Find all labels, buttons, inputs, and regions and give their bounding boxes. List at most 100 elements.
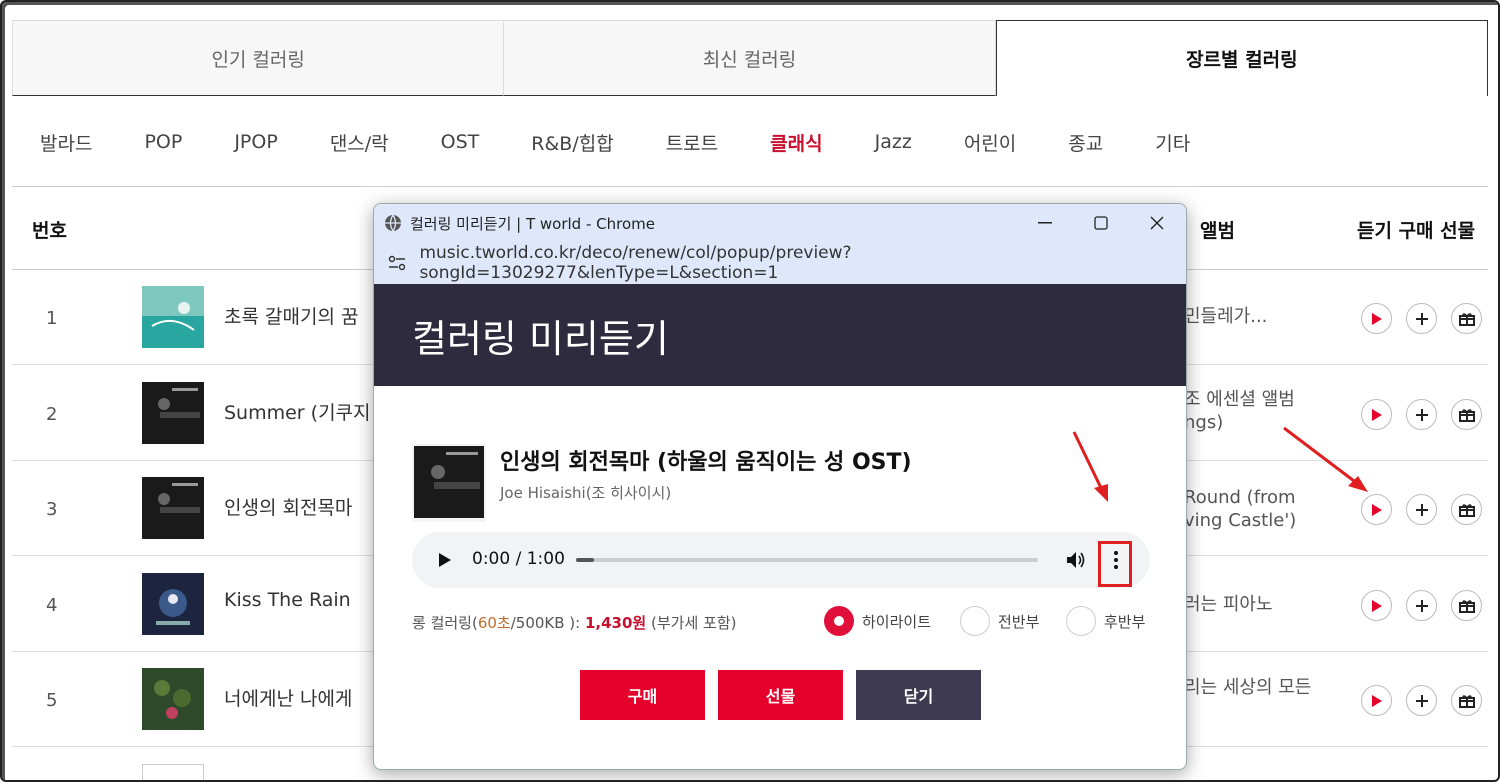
genre-etc[interactable]: 기타 bbox=[1155, 129, 1190, 156]
album-cover[interactable] bbox=[142, 382, 204, 444]
minimize-button[interactable] bbox=[1016, 204, 1074, 242]
genre-kids[interactable]: 어린이 bbox=[964, 129, 1016, 156]
app-frame: 인기 컬러링 최신 컬러링 장르별 컬러링 발라드 POP JPOP 댄스/락 … bbox=[0, 0, 1500, 782]
duration-text: 60초 bbox=[477, 614, 511, 632]
song-title[interactable]: 너에게난 나에게 bbox=[224, 684, 352, 711]
play-icon bbox=[1371, 694, 1382, 707]
maximize-icon bbox=[1094, 216, 1108, 230]
album-cover[interactable] bbox=[142, 668, 204, 730]
popup-header: 컬러링 미리듣기 bbox=[374, 284, 1186, 386]
play-button[interactable] bbox=[1361, 685, 1392, 716]
chart-tabs: 인기 컬러링 최신 컬러링 장르별 컬러링 bbox=[12, 20, 1488, 96]
row-actions bbox=[1361, 590, 1482, 621]
album-cover bbox=[142, 764, 204, 780]
site-settings-icon[interactable] bbox=[388, 255, 406, 271]
gift-button[interactable] bbox=[1451, 685, 1482, 716]
genre-ballad[interactable]: 발라드 bbox=[40, 129, 92, 156]
genre-jpop[interactable]: JPOP bbox=[234, 131, 277, 153]
play-icon bbox=[1371, 408, 1382, 421]
window-title: 컬러링 미리듣기 | T world - Chrome bbox=[410, 214, 655, 233]
play-icon bbox=[1371, 599, 1382, 612]
row-number: 4 bbox=[46, 595, 58, 616]
option-second-half[interactable]: 후반부 bbox=[1066, 606, 1145, 636]
url-text: music.tworld.co.kr/deco/renew/col/popup/… bbox=[419, 243, 852, 283]
address-bar[interactable]: music.tworld.co.kr/deco/renew/col/popup/… bbox=[374, 242, 1186, 284]
tab-latest[interactable]: 최신 컬러링 bbox=[504, 20, 996, 96]
genre-ost[interactable]: OST bbox=[441, 131, 480, 153]
add-button[interactable] bbox=[1406, 685, 1437, 716]
tab-popular[interactable]: 인기 컬러링 bbox=[12, 20, 505, 96]
radio-highlight[interactable] bbox=[824, 606, 854, 636]
add-button[interactable] bbox=[1406, 303, 1437, 334]
preview-popup-window: 컬러링 미리듣기 | T world - Chrome music.tworld… bbox=[373, 203, 1187, 770]
genre-jazz[interactable]: Jazz bbox=[875, 131, 912, 153]
close-button[interactable]: 닫기 bbox=[856, 670, 981, 720]
play-icon bbox=[1371, 312, 1382, 325]
album-cover[interactable] bbox=[142, 286, 204, 348]
album-cover bbox=[412, 444, 486, 522]
gift-button[interactable] bbox=[1451, 303, 1482, 334]
album-cover[interactable] bbox=[142, 573, 204, 635]
play-button[interactable] bbox=[1361, 494, 1392, 525]
genre-rnb-hiphop[interactable]: R&B/힙합 bbox=[531, 129, 613, 156]
option-label: 전반부 bbox=[998, 612, 1040, 631]
maximize-button[interactable] bbox=[1072, 204, 1130, 242]
progress-bar[interactable] bbox=[576, 558, 1038, 562]
album-name[interactable]: 러는 피아노 bbox=[1184, 593, 1273, 616]
globe-icon bbox=[385, 214, 401, 232]
more-options-icon[interactable] bbox=[1113, 550, 1119, 570]
row-number: 2 bbox=[46, 404, 58, 425]
annotation-arrow bbox=[1072, 431, 1108, 502]
add-button[interactable] bbox=[1406, 494, 1437, 525]
gift-button[interactable] bbox=[1451, 399, 1482, 430]
row-number: 5 bbox=[46, 690, 58, 711]
genre-dance-rock[interactable]: 댄스/락 bbox=[330, 129, 389, 156]
gift-icon bbox=[1458, 694, 1475, 708]
play-button[interactable] bbox=[1361, 303, 1392, 334]
gift-icon bbox=[1458, 312, 1475, 326]
row-number: 1 bbox=[46, 308, 58, 329]
row-number: 3 bbox=[46, 499, 58, 520]
gift-button[interactable] bbox=[1451, 494, 1482, 525]
add-button[interactable] bbox=[1406, 590, 1437, 621]
album-name[interactable]: 민들레가... bbox=[1184, 305, 1267, 328]
album-name[interactable]: 리는 세상의 모든 bbox=[1184, 676, 1311, 699]
row-actions bbox=[1361, 303, 1482, 334]
genre-classic[interactable]: 클래식 bbox=[770, 129, 822, 156]
price-size: /500KB ): bbox=[510, 614, 585, 632]
buy-button[interactable]: 구매 bbox=[580, 670, 705, 720]
genre-religion[interactable]: 종교 bbox=[1068, 129, 1103, 156]
album-cover[interactable] bbox=[142, 477, 204, 539]
option-highlight[interactable]: 하이라이트 bbox=[824, 606, 931, 636]
price-info: 롱 컬러링(60초/500KB ): 1,430원 (부가세 포함) bbox=[412, 612, 736, 633]
plus-icon bbox=[1415, 408, 1428, 421]
song-title[interactable]: Summer (기쿠지 bbox=[224, 398, 371, 425]
genre-nav: 발라드 POP JPOP 댄스/락 OST R&B/힙합 트로트 클래식 Jaz… bbox=[12, 112, 1488, 172]
song-title[interactable]: 인생의 회전목마 bbox=[224, 493, 352, 520]
play-button[interactable] bbox=[1361, 590, 1392, 621]
radio-second-half[interactable] bbox=[1066, 606, 1096, 636]
song-title[interactable]: Kiss The Rain bbox=[224, 589, 351, 611]
price-value: 1,430원 bbox=[584, 614, 647, 632]
radio-first-half[interactable] bbox=[960, 606, 990, 636]
song-title: 인생의 회전목마 (하울의 움직이는 성 OST) bbox=[500, 450, 912, 475]
playback-time: 0:00 / 1:00 bbox=[472, 549, 565, 569]
gift-button[interactable]: 선물 bbox=[718, 670, 843, 720]
volume-icon[interactable] bbox=[1066, 550, 1088, 570]
close-window-button[interactable] bbox=[1128, 204, 1186, 242]
gift-icon bbox=[1458, 408, 1475, 422]
gift-icon bbox=[1458, 599, 1475, 613]
gift-button[interactable] bbox=[1451, 590, 1482, 621]
genre-trot[interactable]: 트로트 bbox=[666, 129, 718, 156]
song-title[interactable]: 초록 갈매기의 꿈 bbox=[224, 302, 358, 329]
tab-genre[interactable]: 장르별 컬러링 bbox=[995, 20, 1488, 96]
audio-player: 0:00 / 1:00 bbox=[412, 532, 1150, 588]
plus-icon bbox=[1415, 599, 1428, 612]
option-label: 후반부 bbox=[1104, 612, 1146, 631]
add-button[interactable] bbox=[1406, 399, 1437, 430]
minimize-icon bbox=[1038, 222, 1052, 224]
play-button[interactable] bbox=[438, 552, 452, 568]
genre-pop[interactable]: POP bbox=[144, 131, 182, 153]
option-first-half[interactable]: 전반부 bbox=[960, 606, 1039, 636]
header-album: 앨범 bbox=[1200, 220, 1235, 242]
